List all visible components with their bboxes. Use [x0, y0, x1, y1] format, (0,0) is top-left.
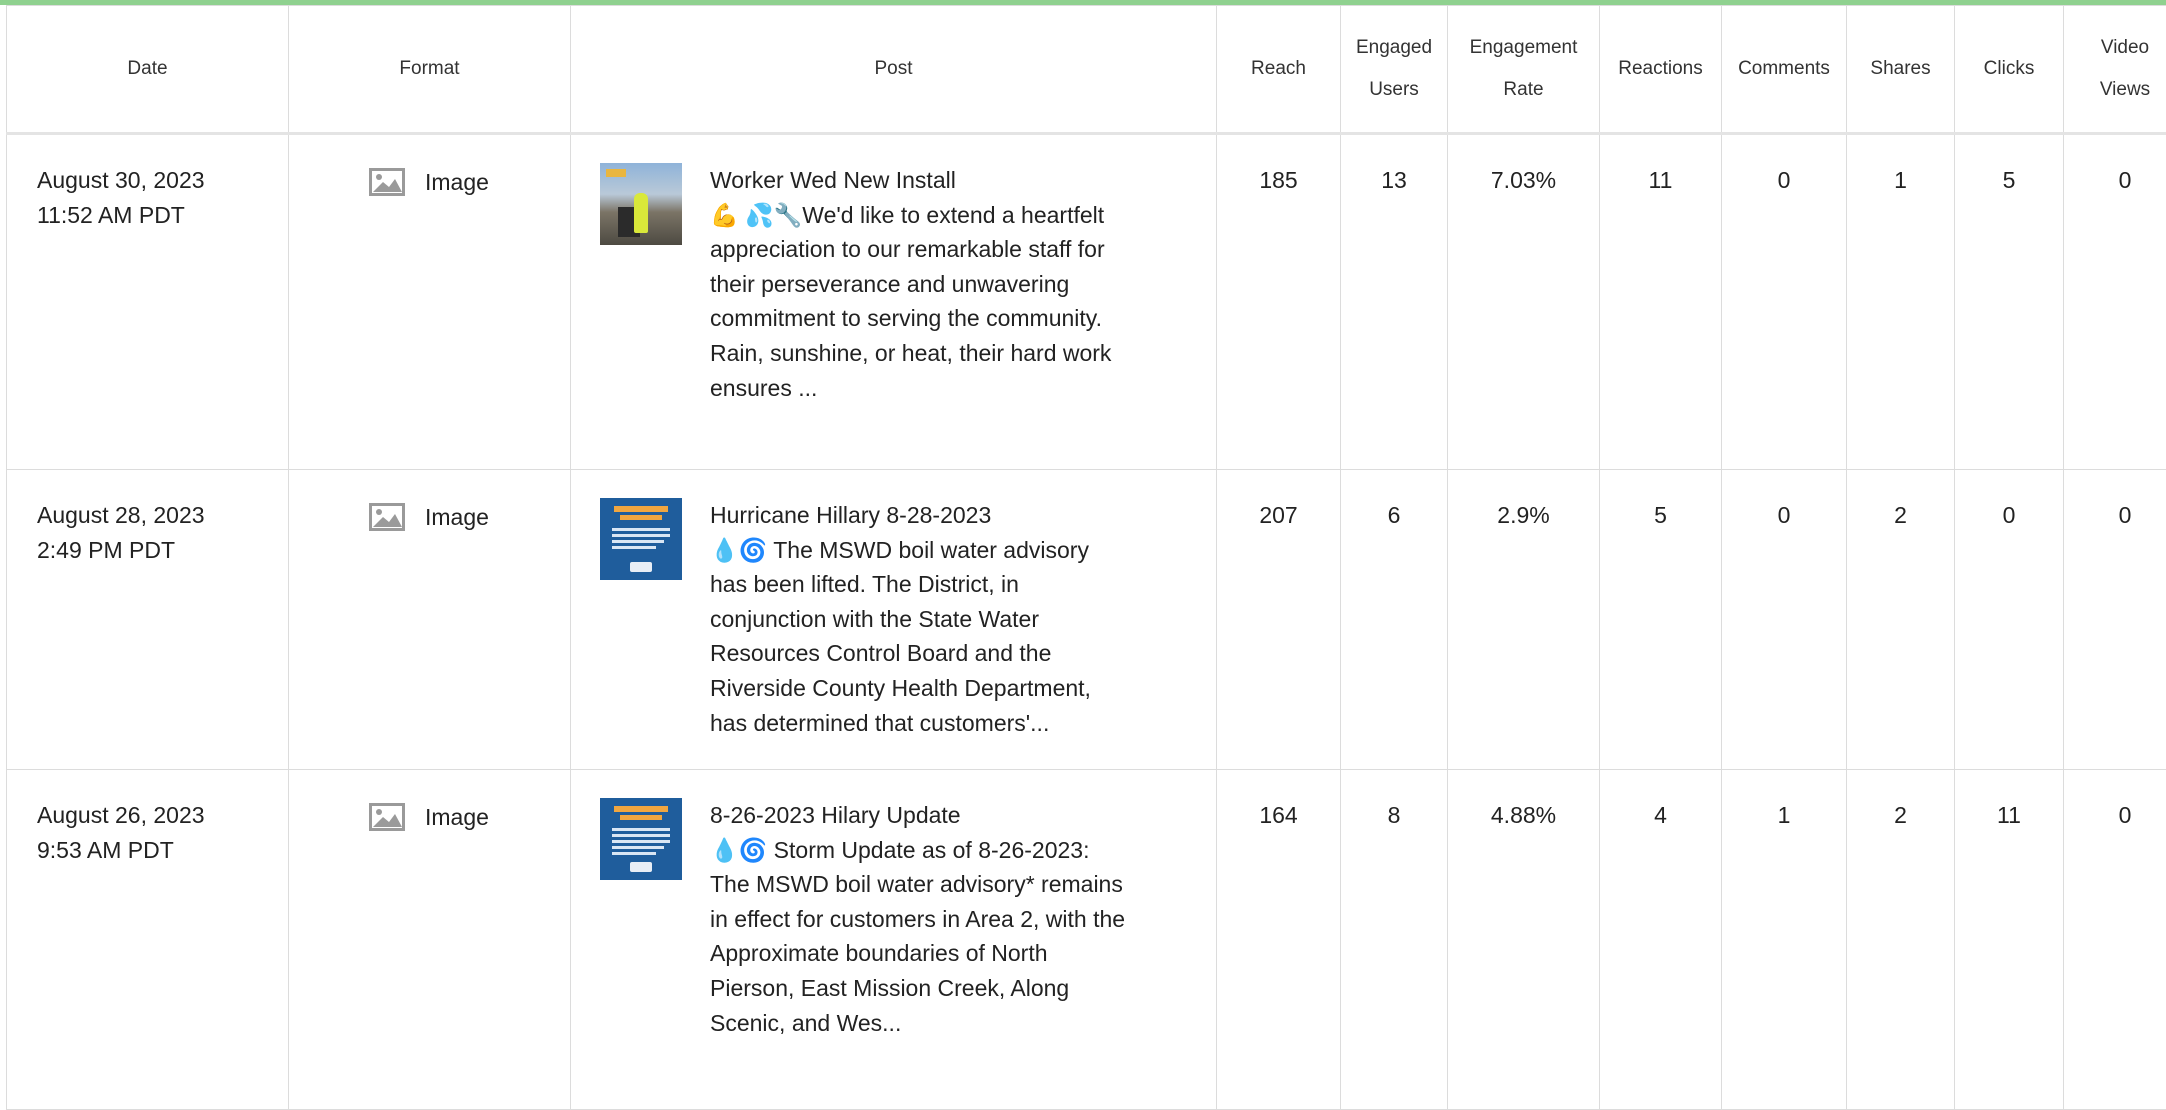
- post-body: 💧🌀 Storm Update as of 8-26-2023: The MSW…: [710, 833, 1130, 1041]
- shares-value: 1: [1847, 134, 1955, 470]
- reactions-value: 11: [1600, 134, 1722, 470]
- column-header-format[interactable]: Format: [289, 6, 571, 134]
- post-cell: Worker Wed New Install💪 💦🔧We'd like to e…: [571, 134, 1217, 470]
- reactions-value: 4: [1600, 770, 1722, 1110]
- engagement-rate-value: 2.9%: [1448, 470, 1600, 770]
- post-thumbnail[interactable]: [600, 798, 682, 880]
- post-content[interactable]: Worker Wed New Install💪 💦🔧We'd like to e…: [710, 163, 1130, 405]
- clicks-value: 11: [1955, 770, 2064, 1110]
- table-header-row: Date Format Post Reach EngagedUsers Enga…: [7, 6, 2166, 134]
- column-header-comments[interactable]: Comments: [1722, 6, 1847, 134]
- column-header-date[interactable]: Date: [7, 6, 289, 134]
- post-date: August 26, 2023: [37, 798, 287, 833]
- post-performance-table: Date Format Post Reach EngagedUsers Enga…: [6, 5, 2166, 1110]
- post-title: Worker Wed New Install: [710, 163, 1130, 198]
- date-cell: August 26, 2023 9:53 AM PDT: [7, 770, 289, 1110]
- format-label: Image: [425, 500, 489, 535]
- post-title: 8-26-2023 Hilary Update: [710, 798, 1130, 833]
- post-content[interactable]: 8-26-2023 Hilary Update💧🌀 Storm Update a…: [710, 798, 1130, 1040]
- column-header-post[interactable]: Post: [571, 6, 1217, 134]
- table-row[interactable]: August 26, 2023 9:53 AM PDT Image: [7, 770, 2166, 1110]
- post-thumbnail[interactable]: [600, 163, 682, 245]
- post-thumbnail[interactable]: [600, 498, 682, 580]
- video-views-value: 0: [2064, 470, 2166, 770]
- column-header-engagement-rate[interactable]: EngagementRate: [1448, 6, 1600, 134]
- shares-value: 2: [1847, 470, 1955, 770]
- post-date: August 28, 2023: [37, 498, 287, 533]
- reach-value: 164: [1217, 770, 1341, 1110]
- engaged-users-value: 13: [1341, 134, 1448, 470]
- post-cell: Hurricane Hillary 8-28-2023💧🌀 The MSWD b…: [571, 470, 1217, 770]
- clicks-value: 5: [1955, 134, 2064, 470]
- format-cell: Image: [289, 470, 571, 770]
- video-views-value: 0: [2064, 134, 2166, 470]
- post-time: 9:53 AM PDT: [37, 833, 287, 868]
- image-icon: [369, 803, 405, 831]
- post-date: August 30, 2023: [37, 163, 287, 198]
- format-cell: Image: [289, 770, 571, 1110]
- comments-value: 0: [1722, 134, 1847, 470]
- post-cell: 8-26-2023 Hilary Update💧🌀 Storm Update a…: [571, 770, 1217, 1110]
- video-views-value: 0: [2064, 770, 2166, 1110]
- format-label: Image: [425, 165, 489, 200]
- table-row[interactable]: August 28, 2023 2:49 PM PDT Image: [7, 470, 2166, 770]
- reach-value: 207: [1217, 470, 1341, 770]
- engagement-rate-value: 4.88%: [1448, 770, 1600, 1110]
- reach-value: 185: [1217, 134, 1341, 470]
- column-header-video-views[interactable]: VideoViews: [2064, 6, 2166, 134]
- post-body: 💧🌀 The MSWD boil water advisory has been…: [710, 533, 1130, 741]
- comments-value: 1: [1722, 770, 1847, 1110]
- format-cell: Image: [289, 134, 571, 470]
- post-time: 11:52 AM PDT: [37, 198, 287, 233]
- table-row[interactable]: August 30, 2023 11:52 AM PDT Image: [7, 134, 2166, 470]
- date-cell: August 28, 2023 2:49 PM PDT: [7, 470, 289, 770]
- column-header-engaged-users[interactable]: EngagedUsers: [1341, 6, 1448, 134]
- date-cell: August 30, 2023 11:52 AM PDT: [7, 134, 289, 470]
- engagement-rate-value: 7.03%: [1448, 134, 1600, 470]
- comments-value: 0: [1722, 470, 1847, 770]
- post-content[interactable]: Hurricane Hillary 8-28-2023💧🌀 The MSWD b…: [710, 498, 1130, 740]
- column-header-shares[interactable]: Shares: [1847, 6, 1955, 134]
- image-icon: [369, 503, 405, 531]
- image-icon: [369, 168, 405, 196]
- reactions-value: 5: [1600, 470, 1722, 770]
- post-body: 💪 💦🔧We'd like to extend a heartfelt appr…: [710, 198, 1130, 406]
- post-time: 2:49 PM PDT: [37, 533, 287, 568]
- shares-value: 2: [1847, 770, 1955, 1110]
- column-header-reach[interactable]: Reach: [1217, 6, 1341, 134]
- post-title: Hurricane Hillary 8-28-2023: [710, 498, 1130, 533]
- clicks-value: 0: [1955, 470, 2064, 770]
- engaged-users-value: 8: [1341, 770, 1448, 1110]
- engaged-users-value: 6: [1341, 470, 1448, 770]
- column-header-clicks[interactable]: Clicks: [1955, 6, 2064, 134]
- column-header-reactions[interactable]: Reactions: [1600, 6, 1722, 134]
- format-label: Image: [425, 800, 489, 835]
